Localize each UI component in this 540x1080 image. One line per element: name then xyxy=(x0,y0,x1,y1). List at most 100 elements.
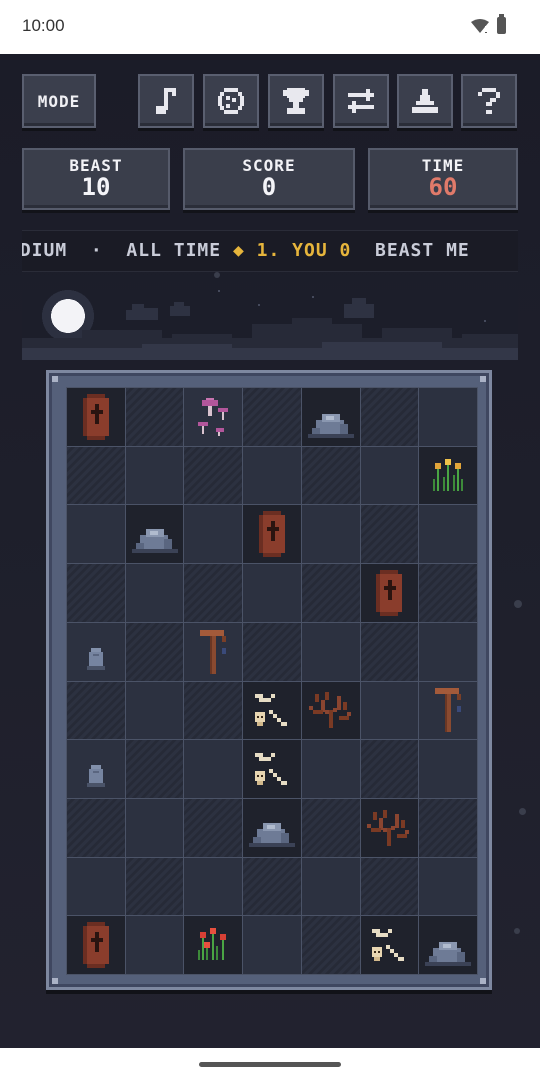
podium-icon xyxy=(412,89,438,113)
music-button[interactable] xyxy=(138,74,194,128)
board-cell[interactable] xyxy=(360,622,419,681)
bones-icon xyxy=(253,751,291,787)
board-cell[interactable] xyxy=(67,857,125,916)
board-cell-flowers-red[interactable] xyxy=(184,916,243,974)
gravestone-icon xyxy=(86,765,105,788)
board-cell[interactable] xyxy=(419,740,477,798)
board-cell-gravestone[interactable] xyxy=(67,622,125,681)
board-cell[interactable] xyxy=(184,857,243,916)
ticker-content: EDIUM · ALL TIME ◆ 1. YOU 0 BEAST ME xyxy=(22,231,470,271)
palette-button[interactable] xyxy=(203,74,259,128)
board-cell[interactable] xyxy=(67,446,125,505)
board-cell[interactable] xyxy=(360,505,419,564)
leaderboard-ticker: EDIUM · ALL TIME ◆ 1. YOU 0 BEAST ME xyxy=(22,230,518,272)
ticker-rank-score: 0 xyxy=(339,240,352,261)
board-cell-dead-bush[interactable] xyxy=(301,681,360,740)
board-cell-rock[interactable] xyxy=(243,798,301,857)
home-gesture-handle[interactable] xyxy=(199,1062,341,1067)
board-cell-rock[interactable] xyxy=(419,916,477,974)
scythe-icon xyxy=(433,686,463,734)
board-cell-bones[interactable] xyxy=(243,681,301,740)
board-cell[interactable] xyxy=(125,740,184,798)
board-cell[interactable] xyxy=(184,505,243,564)
board-cell[interactable] xyxy=(184,446,243,505)
swap-icon xyxy=(348,89,374,113)
ticker-scope: ALL TIME xyxy=(126,240,222,261)
board-cell-rock[interactable] xyxy=(301,388,360,446)
board-cell-scythe[interactable] xyxy=(184,622,243,681)
board-cell[interactable] xyxy=(301,622,360,681)
board-cell[interactable] xyxy=(419,564,477,622)
rock-icon xyxy=(425,940,472,967)
board-cell[interactable] xyxy=(125,564,184,622)
board-cell[interactable] xyxy=(301,564,360,622)
board-cell-scythe[interactable] xyxy=(419,681,477,740)
board-cell-coffin[interactable] xyxy=(243,505,301,564)
bones-icon xyxy=(370,927,408,963)
board-cell[interactable] xyxy=(243,857,301,916)
board-cell[interactable] xyxy=(419,622,477,681)
podium-button[interactable] xyxy=(397,74,453,128)
night-scene xyxy=(22,290,518,360)
board-cell[interactable] xyxy=(125,798,184,857)
board-cell-gravestone[interactable] xyxy=(67,740,125,798)
board-cell[interactable] xyxy=(243,622,301,681)
flowers-yellow-icon xyxy=(429,457,467,495)
board-cell[interactable] xyxy=(419,505,477,564)
rock-icon xyxy=(131,527,178,554)
board-cell[interactable] xyxy=(301,798,360,857)
board-cell[interactable] xyxy=(184,740,243,798)
scythe-icon xyxy=(198,628,228,676)
board-cell[interactable] xyxy=(301,446,360,505)
board-cell[interactable] xyxy=(67,798,125,857)
frame-rivet xyxy=(52,376,58,382)
navigation-bar xyxy=(0,1048,540,1080)
board-cell[interactable] xyxy=(243,564,301,622)
trophy-button[interactable] xyxy=(268,74,324,128)
board-cell[interactable] xyxy=(419,857,477,916)
board-cell[interactable] xyxy=(301,857,360,916)
board-cell[interactable] xyxy=(243,916,301,974)
board-cell[interactable] xyxy=(301,505,360,564)
board-cell[interactable] xyxy=(184,798,243,857)
board-cell-rock[interactable] xyxy=(125,505,184,564)
board-cell[interactable] xyxy=(419,388,477,446)
board-cell-mushroom[interactable] xyxy=(184,388,243,446)
board-cell-dead-bush[interactable] xyxy=(360,798,419,857)
ticker-difficulty: EDIUM xyxy=(22,240,68,261)
mode-button[interactable]: MODE xyxy=(22,74,96,128)
board-cell-bones[interactable] xyxy=(360,916,419,974)
board-cell[interactable] xyxy=(360,740,419,798)
board-cell[interactable] xyxy=(125,446,184,505)
board-cell[interactable] xyxy=(243,446,301,505)
help-button[interactable] xyxy=(461,74,517,128)
board-cell[interactable] xyxy=(360,681,419,740)
board-cell-flowers-yellow[interactable] xyxy=(419,446,477,505)
board-cell[interactable] xyxy=(67,564,125,622)
board-cell[interactable] xyxy=(67,681,125,740)
board-cell[interactable] xyxy=(67,505,125,564)
board-cell[interactable] xyxy=(301,916,360,974)
board-cell[interactable] xyxy=(243,388,301,446)
board-cell[interactable] xyxy=(125,916,184,974)
board-cell-coffin[interactable] xyxy=(67,388,125,446)
board-cell[interactable] xyxy=(419,798,477,857)
board-cell[interactable] xyxy=(125,857,184,916)
rock-icon xyxy=(248,821,295,847)
board-cell-bones[interactable] xyxy=(243,740,301,798)
board-cell[interactable] xyxy=(184,681,243,740)
board-cell[interactable] xyxy=(360,388,419,446)
music-icon xyxy=(156,88,176,114)
coffin-icon xyxy=(81,393,111,440)
swap-button[interactable] xyxy=(333,74,389,128)
board-cell[interactable] xyxy=(184,564,243,622)
board-cell-coffin[interactable] xyxy=(360,564,419,622)
board-cell[interactable] xyxy=(125,622,184,681)
board-cell[interactable] xyxy=(360,446,419,505)
board-cell-coffin[interactable] xyxy=(67,916,125,974)
board-cell[interactable] xyxy=(360,857,419,916)
time-value: 60 xyxy=(428,173,458,201)
board-cell[interactable] xyxy=(125,681,184,740)
board-cell[interactable] xyxy=(125,388,184,446)
board-cell[interactable] xyxy=(301,740,360,798)
